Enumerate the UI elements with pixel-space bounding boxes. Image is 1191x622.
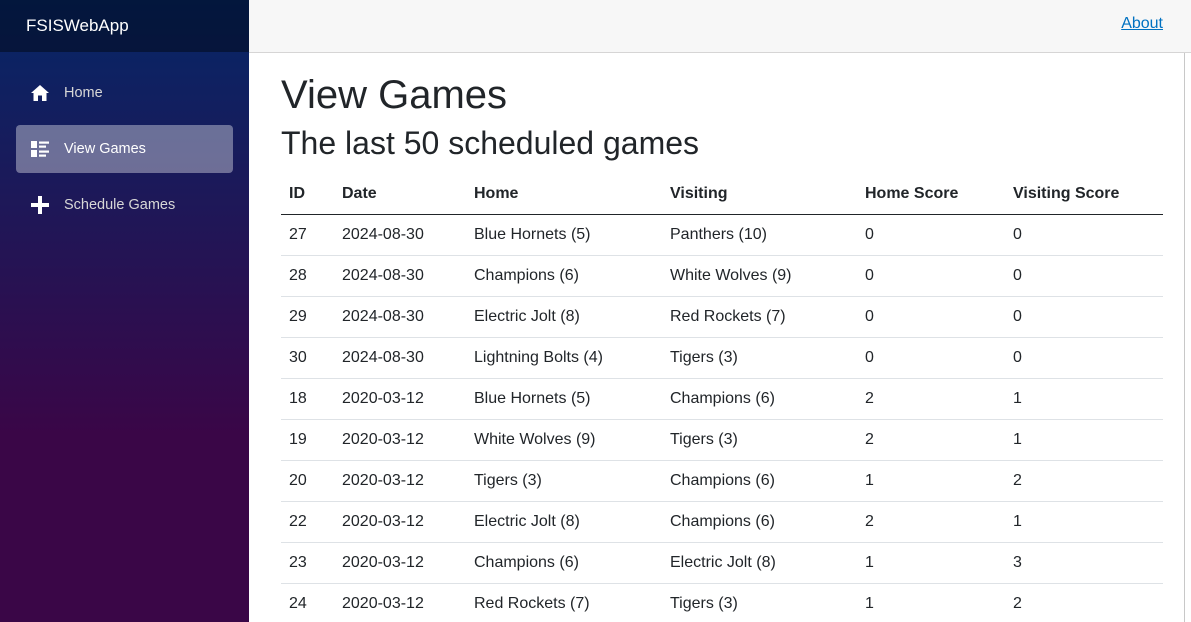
table-row: 22 2020-03-12 Electric Jolt (8) Champion…: [281, 501, 1163, 543]
cell-date: 2020-03-12: [334, 542, 466, 584]
cell-home: Lightning Bolts (4): [466, 337, 662, 379]
cell-visiting-score: 2: [1005, 583, 1163, 622]
cell-visiting-score: 1: [1005, 501, 1163, 543]
nav-item-label: Schedule Games: [64, 197, 176, 213]
cell-visiting: Champions (6): [662, 460, 857, 502]
cell-visiting: Electric Jolt (8): [662, 542, 857, 584]
cell-visiting-score: 2: [1005, 460, 1163, 502]
top-row: About: [249, 0, 1191, 53]
cell-home: Blue Hornets (5): [466, 214, 662, 256]
table-row: 23 2020-03-12 Champions (6) Electric Jol…: [281, 542, 1163, 584]
cell-visiting-score: 0: [1005, 214, 1163, 256]
column-header-home: Home: [466, 175, 662, 215]
cell-home-score: 1: [857, 460, 1005, 502]
cell-home-score: 1: [857, 542, 1005, 584]
cell-id: 20: [281, 460, 334, 502]
cell-visiting: Tigers (3): [662, 419, 857, 461]
cell-home: Tigers (3): [466, 460, 662, 502]
cell-date: 2024-08-30: [334, 214, 466, 256]
page-subtitle: The last 50 scheduled games: [281, 125, 700, 161]
cell-visiting-score: 3: [1005, 542, 1163, 584]
cell-id: 28: [281, 255, 334, 297]
cell-home: Electric Jolt (8): [466, 296, 662, 338]
cell-home-score: 0: [857, 214, 1005, 256]
cell-visiting: Tigers (3): [662, 337, 857, 379]
cell-date: 2020-03-12: [334, 460, 466, 502]
cell-visiting-score: 0: [1005, 337, 1163, 379]
games-table: ID Date Home Visiting Home Score Visitin…: [281, 175, 1163, 622]
cell-home: Blue Hornets (5): [466, 378, 662, 420]
cell-date: 2024-08-30: [334, 337, 466, 379]
cell-visiting: White Wolves (9): [662, 255, 857, 297]
cell-id: 30: [281, 337, 334, 379]
cell-home-score: 2: [857, 378, 1005, 420]
table-header-row: ID Date Home Visiting Home Score Visitin…: [281, 175, 1163, 215]
cell-home-score: 1: [857, 583, 1005, 622]
cell-home: Electric Jolt (8): [466, 501, 662, 543]
cell-visiting-score: 1: [1005, 419, 1163, 461]
column-header-date: Date: [334, 175, 466, 215]
table-row: 24 2020-03-12 Red Rockets (7) Tigers (3)…: [281, 583, 1163, 622]
cell-home: Champions (6): [466, 542, 662, 584]
cell-visiting-score: 0: [1005, 255, 1163, 297]
cell-visiting: Champions (6): [662, 378, 857, 420]
cell-date: 2020-03-12: [334, 501, 466, 543]
cell-date: 2024-08-30: [334, 255, 466, 297]
table-row: 18 2020-03-12 Blue Hornets (5) Champions…: [281, 378, 1163, 420]
cell-date: 2020-03-12: [334, 583, 466, 622]
cell-id: 24: [281, 583, 334, 622]
column-header-id: ID: [281, 175, 334, 215]
table-row: 29 2024-08-30 Electric Jolt (8) Red Rock…: [281, 296, 1163, 338]
plus-icon: [30, 195, 50, 215]
column-header-visiting: Visiting: [662, 175, 857, 215]
cell-id: 18: [281, 378, 334, 420]
cell-id: 19: [281, 419, 334, 461]
cell-visiting: Tigers (3): [662, 583, 857, 622]
cell-date: 2020-03-12: [334, 378, 466, 420]
cell-date: 2020-03-12: [334, 419, 466, 461]
about-link[interactable]: About: [1121, 15, 1163, 33]
cell-id: 23: [281, 542, 334, 584]
cell-id: 29: [281, 296, 334, 338]
table-row: 27 2024-08-30 Blue Hornets (5) Panthers …: [281, 214, 1163, 256]
nav-item-label: View Games: [64, 141, 146, 157]
column-header-visiting-score: Visiting Score: [1005, 175, 1163, 215]
cell-id: 27: [281, 214, 334, 256]
table-row: 30 2024-08-30 Lightning Bolts (4) Tigers…: [281, 337, 1163, 379]
cell-home-score: 0: [857, 255, 1005, 297]
cell-home-score: 2: [857, 419, 1005, 461]
cell-home: Red Rockets (7): [466, 583, 662, 622]
column-header-home-score: Home Score: [857, 175, 1005, 215]
main-content: View Games The last 50 scheduled games I…: [249, 53, 1184, 622]
cell-visiting-score: 1: [1005, 378, 1163, 420]
nav-item-home[interactable]: Home: [16, 69, 233, 117]
games-table-body: 27 2024-08-30 Blue Hornets (5) Panthers …: [281, 214, 1163, 622]
cell-home-score: 0: [857, 337, 1005, 379]
cell-visiting: Red Rockets (7): [662, 296, 857, 338]
page-title: View Games: [281, 73, 508, 117]
scrollbar[interactable]: [1184, 53, 1191, 622]
cell-visiting-score: 0: [1005, 296, 1163, 338]
app-brand[interactable]: FSISWebApp: [26, 16, 129, 36]
cell-id: 22: [281, 501, 334, 543]
brand-bar: FSISWebApp: [0, 0, 249, 52]
cell-home: White Wolves (9): [466, 419, 662, 461]
nav-item-view-games[interactable]: View Games: [16, 125, 233, 173]
nav-item-label: Home: [64, 85, 103, 101]
nav-menu: Home View Games Schedule Games: [0, 52, 249, 229]
list-icon: [30, 139, 50, 159]
table-row: 20 2020-03-12 Tigers (3) Champions (6) 1…: [281, 460, 1163, 502]
cell-date: 2024-08-30: [334, 296, 466, 338]
sidebar: FSISWebApp Home View Games Schedule Game…: [0, 0, 249, 622]
cell-home-score: 2: [857, 501, 1005, 543]
cell-visiting: Champions (6): [662, 501, 857, 543]
cell-home-score: 0: [857, 296, 1005, 338]
home-icon: [30, 83, 50, 103]
table-row: 19 2020-03-12 White Wolves (9) Tigers (3…: [281, 419, 1163, 461]
cell-visiting: Panthers (10): [662, 214, 857, 256]
cell-home: Champions (6): [466, 255, 662, 297]
nav-item-schedule-games[interactable]: Schedule Games: [16, 181, 233, 229]
table-row: 28 2024-08-30 Champions (6) White Wolves…: [281, 255, 1163, 297]
